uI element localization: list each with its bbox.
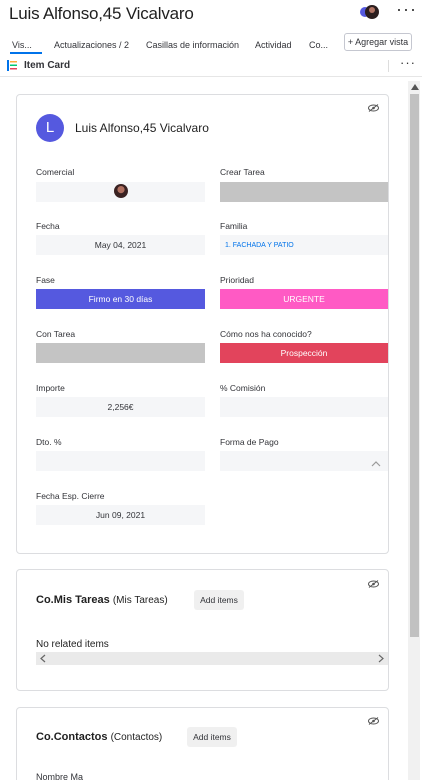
prioridad-status[interactable]: URGENTE (220, 289, 388, 309)
mis-tareas-card (16, 569, 389, 691)
column-header-partial: Nombre Ma (36, 772, 84, 780)
empty-state-text: No related items (36, 639, 109, 650)
item-card (16, 94, 389, 554)
field-label-fecha-esp-cierre: Fecha Esp. Cierre (36, 491, 105, 501)
section-more-icon[interactable]: ··· (400, 55, 416, 70)
fecha-field[interactable]: May 04, 2021 (36, 235, 205, 255)
field-label-forma-pago: Forma de Pago (220, 437, 279, 447)
field-label-fase: Fase (36, 275, 55, 285)
subscribers-avatar-icon[interactable] (359, 3, 379, 21)
field-label-como-nos-conocido: Cómo nos ha conocido? (220, 329, 312, 339)
add-view-button[interactable]: + Agregar vista (344, 33, 412, 51)
add-items-button[interactable]: Add items (187, 727, 237, 747)
tab-casillas[interactable]: Casillas de información (146, 40, 239, 50)
crear-tarea-field[interactable] (220, 182, 388, 202)
more-options-icon[interactable]: ··· (396, 0, 417, 20)
eye-off-icon[interactable] (368, 580, 379, 588)
mis-tareas-title: Co.Mis Tareas (Mis Tareas) (36, 594, 168, 606)
item-title: Luis Alfonso,45 Vicalvaro (75, 121, 209, 135)
tab-vista[interactable]: Vis... (12, 40, 32, 50)
tab-co[interactable]: Co... (309, 40, 328, 50)
field-label-dto: Dto. % (36, 437, 62, 447)
fase-status[interactable]: Firmo en 30 días (36, 289, 205, 309)
eye-off-icon[interactable] (368, 717, 379, 725)
fecha-esp-cierre-field[interactable]: Jun 09, 2021 (36, 505, 205, 525)
familia-field[interactable]: 1. FACHADA Y PATIO (220, 235, 388, 255)
contactos-subtitle: (Contactos) (110, 732, 163, 743)
mis-tareas-title-text: Co.Mis Tareas (36, 594, 110, 606)
contactos-title-text: Co.Contactos (36, 731, 108, 743)
horizontal-scrollbar[interactable] (36, 652, 388, 665)
avatar: L (36, 114, 64, 142)
add-items-button[interactable]: Add items (194, 590, 244, 610)
forma-pago-field[interactable] (220, 451, 388, 471)
field-label-familia: Familia (220, 221, 248, 231)
section-title: Item Card (24, 60, 71, 71)
comision-field[interactable] (220, 397, 388, 417)
item-view: Luis Alfonso,45 Vicalvaro ··· Vis... Act… (0, 0, 422, 780)
field-label-crear-tarea: Crear Tarea (220, 167, 265, 177)
item-card-icon (7, 60, 17, 71)
eye-off-icon[interactable] (368, 104, 379, 112)
chevron-up-icon[interactable] (370, 460, 382, 468)
person-avatar (114, 184, 128, 198)
como-nos-conocido-status[interactable]: Prospección (220, 343, 388, 363)
chevron-left-icon[interactable] (39, 652, 47, 665)
con-tarea-field[interactable] (36, 343, 205, 363)
field-label-fecha: Fecha (36, 221, 60, 231)
chevron-right-icon[interactable] (377, 652, 385, 665)
section-bar: Item Card ··· (0, 55, 422, 76)
familia-tag: 1. FACHADA Y PATIO (225, 242, 294, 249)
divider (388, 60, 389, 72)
field-label-con-tarea: Con Tarea (36, 329, 76, 339)
dto-field[interactable] (36, 451, 205, 471)
field-label-importe: Importe (36, 383, 65, 393)
page-title: Luis Alfonso,45 Vicalvaro (9, 4, 194, 23)
field-label-prioridad: Prioridad (220, 275, 255, 285)
scrollbar-thumb[interactable] (410, 94, 419, 637)
mis-tareas-subtitle: (Mis Tareas) (112, 595, 168, 606)
importe-field[interactable]: 2,256€ (36, 397, 205, 417)
contactos-title: Co.Contactos (Contactos) (36, 731, 162, 743)
active-tab-indicator (10, 52, 42, 54)
field-label-comercial: Comercial (36, 167, 75, 177)
field-label-comision: % Comisión (220, 383, 266, 393)
tab-actividad[interactable]: Actividad (255, 40, 292, 50)
chevron-up-icon[interactable] (411, 84, 419, 90)
tab-actualizaciones[interactable]: Actualizaciones / 2 (54, 40, 129, 50)
